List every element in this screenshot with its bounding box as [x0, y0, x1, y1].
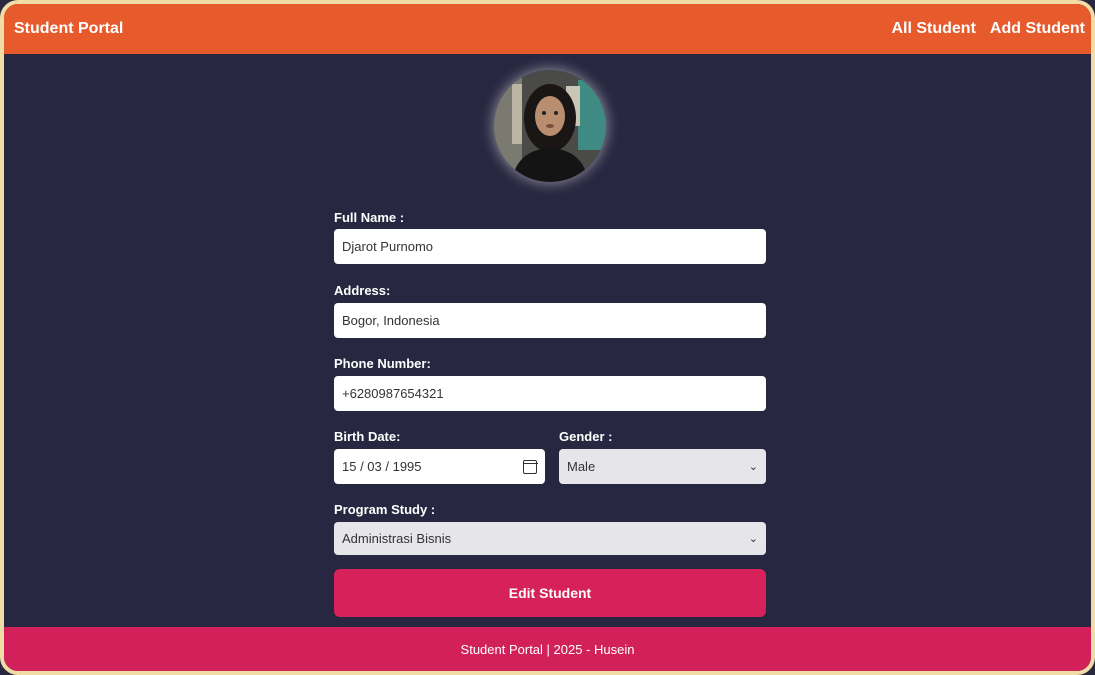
student-avatar — [494, 70, 606, 182]
navbar: Student Portal All Student Add Student — [4, 4, 1091, 54]
nav-links: All Student Add Student — [891, 20, 1085, 38]
phone-label: Phone Number: — [334, 356, 431, 371]
app-window: Student Portal All Student Add Student F… — [0, 0, 1095, 675]
full-name-label: Full Name : — [334, 210, 405, 225]
program-label: Program Study : — [334, 502, 436, 517]
gender-label: Gender : — [559, 429, 613, 444]
address-input[interactable]: Bogor, Indonesia — [334, 303, 766, 338]
phone-value: +6280987654321 — [342, 386, 444, 401]
nav-add-student[interactable]: Add Student — [990, 20, 1085, 38]
birth-date-value: 15 / 03 / 1995 — [342, 459, 422, 474]
footer-text: Student Portal | 2025 - Husein — [460, 641, 635, 657]
footer: Student Portal | 2025 - Husein — [4, 627, 1091, 671]
chevron-down-icon: ⌄ — [748, 461, 758, 473]
edit-student-button[interactable]: Edit Student — [334, 569, 766, 617]
full-name-input[interactable]: Djarot Purnomo — [334, 229, 766, 264]
brand-title[interactable]: Student Portal — [14, 20, 123, 38]
birth-date-input[interactable]: 15 / 03 / 1995 — [334, 449, 545, 484]
phone-input[interactable]: +6280987654321 — [334, 376, 766, 411]
calendar-icon[interactable] — [522, 459, 538, 474]
birth-date-label: Birth Date: — [334, 429, 401, 444]
address-label: Address: — [334, 283, 391, 298]
avatar-photo — [494, 70, 606, 182]
gender-select[interactable]: Male ⌄ — [559, 449, 766, 484]
full-name-value: Djarot Purnomo — [342, 239, 434, 254]
address-value: Bogor, Indonesia — [342, 313, 440, 328]
program-select[interactable]: Administrasi Bisnis ⌄ — [334, 522, 766, 555]
chevron-down-icon: ⌄ — [748, 533, 758, 545]
nav-all-student[interactable]: All Student — [891, 20, 975, 38]
program-value: Administrasi Bisnis — [342, 531, 452, 546]
gender-value: Male — [567, 459, 596, 474]
